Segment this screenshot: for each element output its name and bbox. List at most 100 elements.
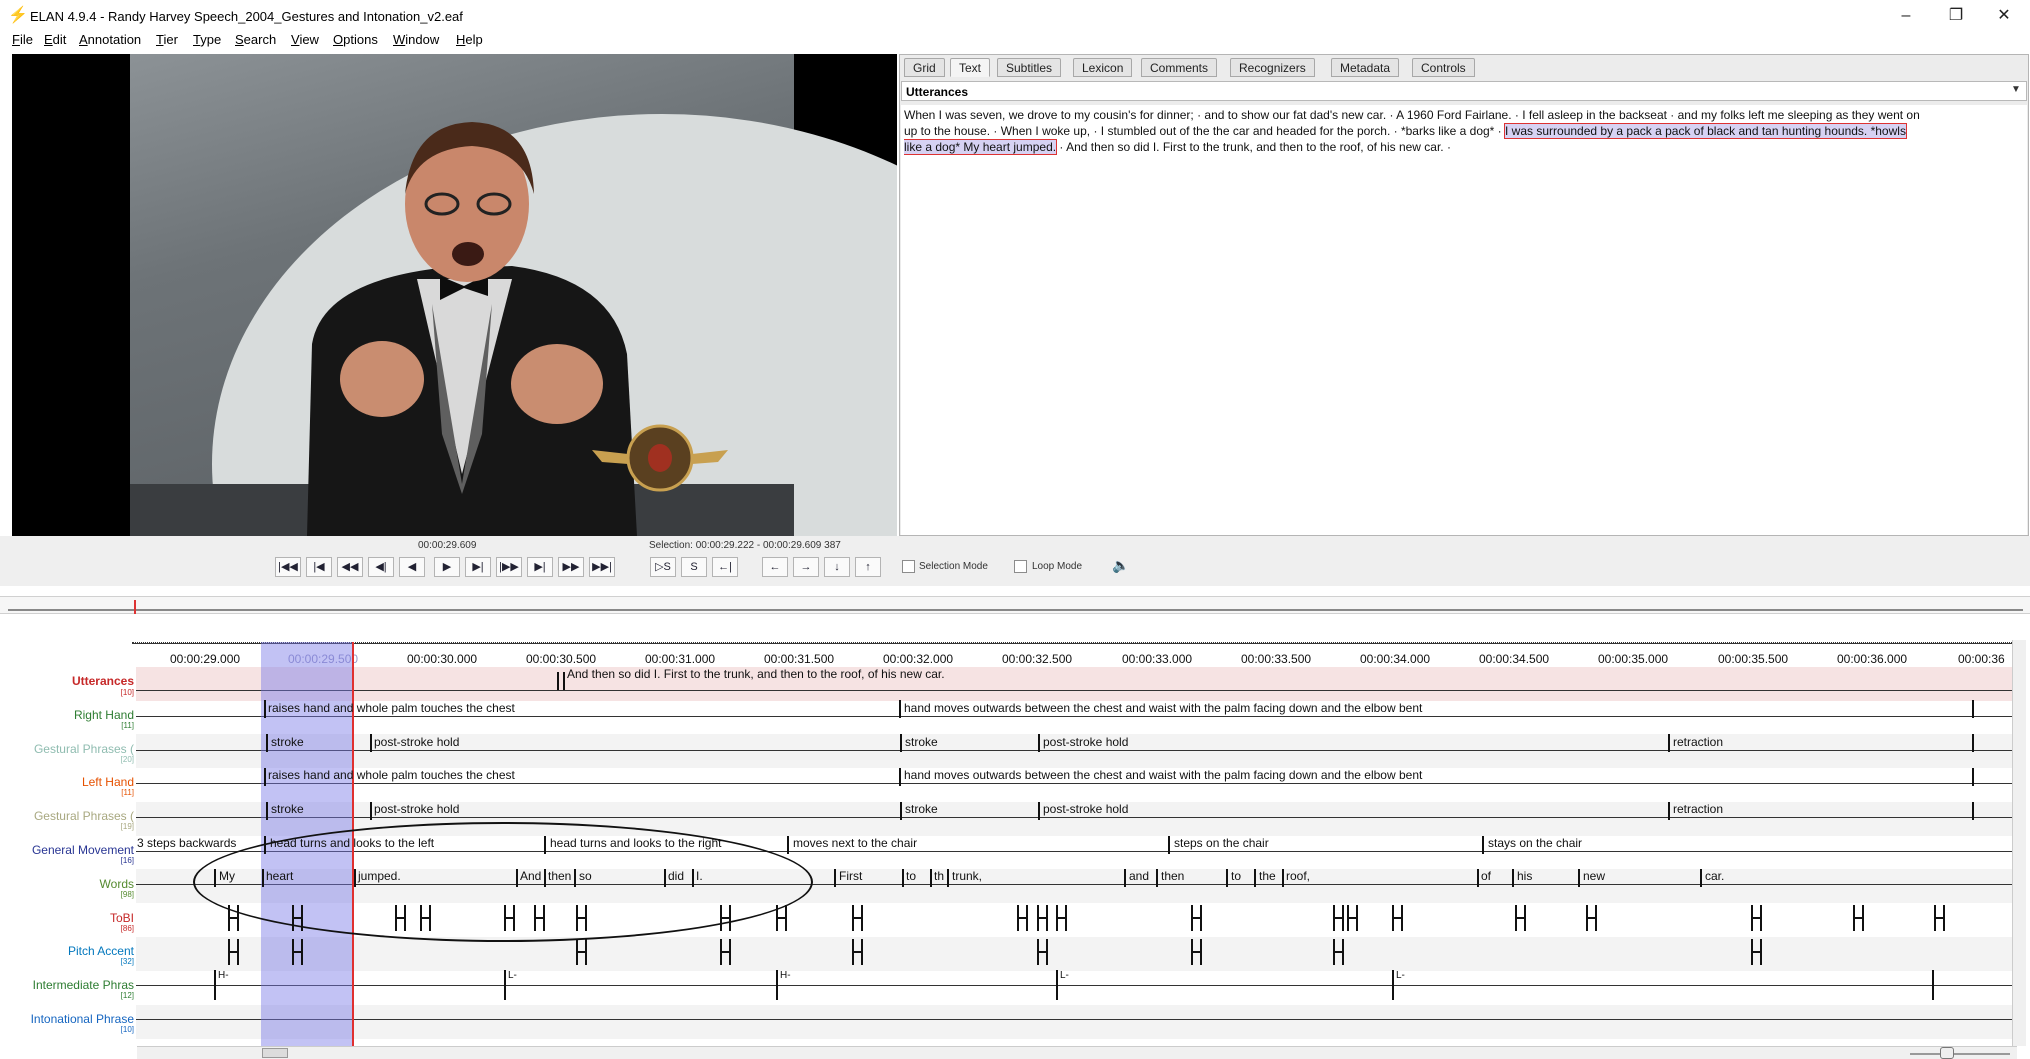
pitch-accent-mark[interactable] [576, 939, 587, 965]
annotation-gesture-phase[interactable]: stroke [905, 802, 938, 816]
annotation-word[interactable]: the [1259, 869, 1276, 883]
tab-controls[interactable]: Controls [1412, 58, 1475, 77]
annotation-gesture-phase[interactable]: retraction [1673, 735, 1723, 749]
annotation-word[interactable]: First [839, 869, 862, 883]
annotation-word[interactable]: and [1129, 869, 1149, 883]
tobi-mark[interactable] [1853, 905, 1864, 931]
horizontal-scrollbar[interactable] [137, 1046, 2017, 1059]
volume-icon[interactable]: 🔈 [1112, 557, 1129, 574]
fast-forward-button[interactable]: ▶▶ [558, 557, 584, 577]
annotation-gesture-phase[interactable]: stroke [271, 802, 304, 816]
play-backward-button[interactable]: ◀ [399, 557, 425, 577]
annotation-gesture-phase[interactable]: post-stroke hold [374, 802, 459, 816]
annotation-gesture-phase[interactable]: stroke [905, 735, 938, 749]
menu-tier[interactable]: Tier [156, 32, 178, 47]
tier-label-utterances[interactable]: Utterances [10, 675, 134, 688]
menu-edit[interactable]: Edit [44, 32, 66, 47]
tier-label-gestural-phrases-lh[interactable]: Gestural Phrases ( [10, 810, 134, 823]
previous-segment-button[interactable]: ◀| [368, 557, 394, 577]
annotation-intermediate[interactable]: H- [780, 970, 791, 981]
annotation-word[interactable]: then [1161, 869, 1184, 883]
annotation-intermediate[interactable]: L- [508, 970, 517, 981]
chevron-down-icon[interactable]: ▼ [2008, 84, 2024, 98]
tab-text[interactable]: Text [950, 58, 991, 77]
pitch-accent-mark[interactable] [1191, 939, 1202, 965]
tobi-mark[interactable] [1037, 905, 1048, 931]
tier-up-button[interactable]: ↑ [855, 557, 881, 577]
tier-label-intermediate-phrase[interactable]: Intermediate Phras [10, 979, 134, 992]
annotation-word[interactable]: of [1481, 869, 1491, 883]
menu-type[interactable]: Type [193, 32, 221, 47]
annotation-left-hand[interactable]: hand moves outwards between the chest an… [904, 768, 1422, 782]
annotation-gesture-phase[interactable]: retraction [1673, 802, 1723, 816]
annotation-gesture-phase[interactable]: post-stroke hold [1043, 802, 1128, 816]
annotation-utterance[interactable]: And then so did I. First to the trunk, a… [567, 667, 945, 681]
pitch-accent-mark[interactable] [1333, 939, 1344, 965]
annotation-word[interactable]: to [1231, 869, 1241, 883]
menu-window[interactable]: Window [393, 32, 439, 47]
tier-label-right-hand[interactable]: Right Hand [10, 709, 134, 722]
highlighted-utterance-end[interactable]: like a dog* My heart jumped. [904, 139, 1058, 155]
tobi-mark[interactable] [1017, 905, 1028, 931]
tobi-mark[interactable] [1347, 905, 1358, 931]
tobi-mark[interactable] [1515, 905, 1526, 931]
annotation-word[interactable]: his [1517, 869, 1532, 883]
clear-selection-button[interactable]: S [681, 557, 707, 577]
annotation-word[interactable]: car. [1705, 869, 1724, 883]
selection-mode-checkbox[interactable] [902, 560, 915, 573]
pitch-accent-mark[interactable] [292, 939, 303, 965]
pitch-accent-mark[interactable] [228, 939, 239, 965]
annotation-movement[interactable]: moves next to the chair [793, 836, 917, 850]
pitch-accent-mark[interactable] [720, 939, 731, 965]
overview-strip[interactable] [0, 596, 2030, 614]
loop-mode-checkbox[interactable] [1014, 560, 1027, 573]
highlighted-utterance[interactable]: I was surrounded by a pack a pack of bla… [1504, 123, 1907, 139]
zoom-slider-track[interactable] [1910, 1053, 2010, 1055]
tier-dropdown[interactable]: Utterances ▼ [901, 81, 2027, 101]
annotation-gesture-phase[interactable]: post-stroke hold [1043, 735, 1128, 749]
tab-grid[interactable]: Grid [904, 58, 945, 77]
tobi-mark[interactable] [852, 905, 863, 931]
tobi-mark[interactable] [1333, 905, 1344, 931]
tier-label-intonational-phrase[interactable]: Intonational Phrase [10, 1013, 134, 1026]
tobi-mark[interactable] [1392, 905, 1403, 931]
step-back-button[interactable]: ◀◀ [337, 557, 363, 577]
tier-row-intermediate[interactable] [136, 971, 2012, 1005]
previous-frame-button[interactable]: |◀ [306, 557, 332, 577]
annotation-gesture-phase[interactable]: stroke [271, 735, 304, 749]
next-segment-button[interactable]: ▶| [465, 557, 491, 577]
annotation-intermediate[interactable]: L- [1396, 970, 1405, 981]
annotation-word[interactable]: th [934, 869, 944, 883]
menu-help[interactable]: Help [456, 32, 483, 47]
next-annotation-button[interactable]: → [793, 557, 819, 577]
tab-comments[interactable]: Comments [1141, 58, 1218, 77]
tier-label-tobi[interactable]: ToBI [10, 912, 134, 925]
annotation-right-hand[interactable]: hand moves outwards between the chest an… [904, 701, 1422, 715]
annotation-word[interactable]: trunk, [952, 869, 982, 883]
play-button[interactable]: ▶ [434, 557, 460, 577]
tier-row-utterances[interactable] [136, 667, 2012, 701]
pitch-accent-mark[interactable] [852, 939, 863, 965]
annotation-intermediate[interactable]: L- [1060, 970, 1069, 981]
tab-metadata[interactable]: Metadata [1331, 58, 1400, 77]
annotation-gesture-phase[interactable]: post-stroke hold [374, 735, 459, 749]
annotation-movement[interactable]: 3 steps backwards [137, 836, 236, 850]
menu-file[interactable]: File [12, 32, 33, 47]
annotation-word[interactable]: new [1583, 869, 1605, 883]
text-viewer[interactable]: When I was seven, we drove to my cousin'… [901, 105, 2027, 535]
tier-label-pitch-accent[interactable]: Pitch Accent [10, 945, 134, 958]
tobi-mark[interactable] [1751, 905, 1762, 931]
play-selection-button[interactable]: ▷S [650, 557, 676, 577]
menu-view[interactable]: View [291, 32, 319, 47]
annotation-movement[interactable]: steps on the chair [1174, 836, 1269, 850]
menu-options[interactable]: Options [333, 32, 378, 47]
overview-position-marker[interactable] [134, 600, 136, 614]
zoom-slider-knob[interactable] [1940, 1047, 1954, 1059]
annotation-movement[interactable]: stays on the chair [1488, 836, 1582, 850]
step-forward-button[interactable]: |▶▶ [496, 557, 522, 577]
pitch-accent-mark[interactable] [1037, 939, 1048, 965]
menu-search[interactable]: Search [235, 32, 276, 47]
tab-lexicon[interactable]: Lexicon [1073, 58, 1133, 77]
annotation-right-hand[interactable]: raises hand and whole palm touches the c… [268, 701, 515, 715]
tobi-mark[interactable] [1934, 905, 1945, 931]
